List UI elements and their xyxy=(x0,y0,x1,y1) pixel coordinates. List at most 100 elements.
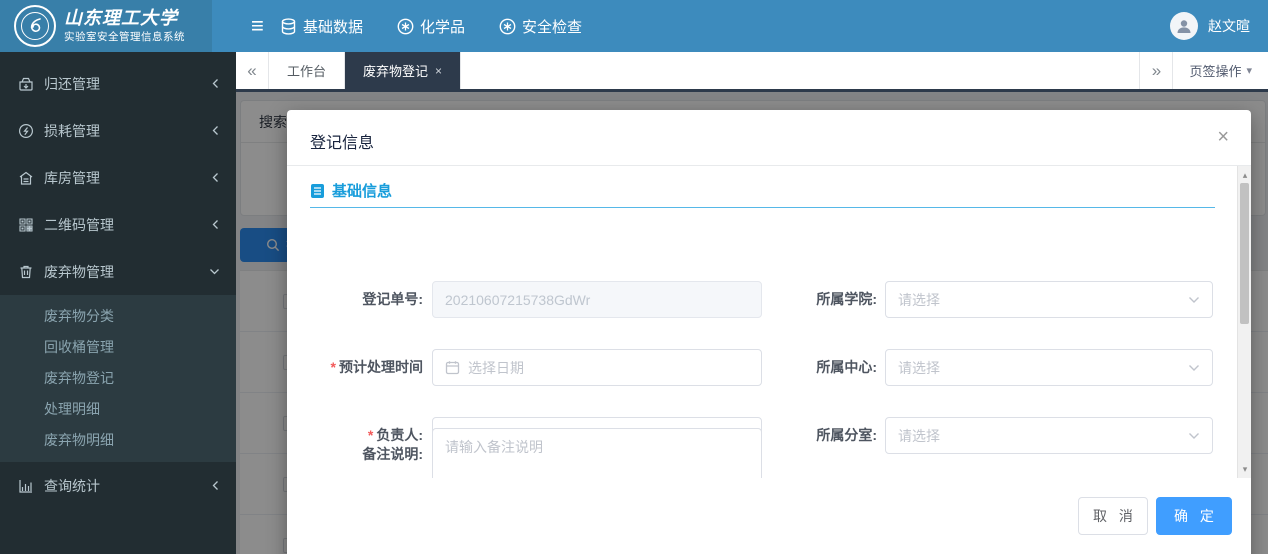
field-label-room: 所属分室: xyxy=(816,427,877,443)
sidebar-item-waste-mgmt[interactable]: 废弃物管理 xyxy=(0,248,236,295)
top-menu-safety-check[interactable]: 安全检查 xyxy=(499,16,582,37)
chevron-left-icon xyxy=(211,172,220,183)
page-tabbar: « 工作台 废弃物登记 × » 页签操作 ▾ xyxy=(236,52,1268,92)
tab-workbench[interactable]: 工作台 xyxy=(269,52,346,89)
sidebar-item-recycle-bin-mgmt[interactable]: 回收桶管理 xyxy=(0,332,236,363)
section-title-label: 基础信息 xyxy=(332,183,393,200)
app-window: 山东理工大学 实验室安全管理信息系统 ≡ 基础数据 化学品 安全检查 赵文暄 归… xyxy=(0,0,1268,554)
date-placeholder: 选择日期 xyxy=(468,359,524,376)
qrcode-icon xyxy=(18,217,34,233)
close-icon[interactable]: × xyxy=(1217,127,1229,147)
tab-waste-register[interactable]: 废弃物登记 × xyxy=(345,52,462,89)
center-select[interactable]: 请选择 xyxy=(885,349,1213,386)
field-label-center: 所属中心: xyxy=(816,359,877,375)
top-menu-chemicals[interactable]: 化学品 xyxy=(397,16,465,37)
database-icon xyxy=(280,17,297,35)
section-divider xyxy=(310,207,1215,208)
sidebar-item-qrcode-mgmt[interactable]: 二维码管理 xyxy=(0,201,236,248)
user-menu[interactable]: 赵文暄 xyxy=(1170,0,1250,52)
tab-operations-dropdown[interactable]: 页签操作 ▾ xyxy=(1172,52,1268,89)
double-chevron-left-icon: « xyxy=(247,60,257,80)
top-header: 山东理工大学 实验室安全管理信息系统 ≡ 基础数据 化学品 安全检查 赵文暄 xyxy=(0,0,1268,52)
user-avatar-icon xyxy=(1170,12,1198,40)
top-menu-basic-data[interactable]: 基础数据 xyxy=(280,16,363,37)
document-icon xyxy=(310,183,325,199)
chevron-left-icon xyxy=(211,78,220,89)
scroll-up-icon[interactable]: ▴ xyxy=(1238,168,1252,182)
sidebar-item-label: 库房管理 xyxy=(44,169,100,186)
field-label-remark: 备注说明: xyxy=(362,446,423,462)
warehouse-icon xyxy=(18,170,34,186)
chevron-left-icon xyxy=(211,125,220,136)
logo-block: 山东理工大学 实验室安全管理信息系统 xyxy=(0,0,212,52)
college-select[interactable]: 请选择 xyxy=(885,281,1213,318)
field-label-process-time: * 预计处理时间 xyxy=(330,359,423,375)
remark-textarea[interactable] xyxy=(432,428,762,478)
loss-icon xyxy=(18,123,34,139)
return-icon xyxy=(18,76,34,92)
sidebar-item-return-mgmt[interactable]: 归还管理 xyxy=(0,60,236,107)
sidebar-item-waste-detail[interactable]: 废弃物明细 xyxy=(0,425,236,456)
chevron-down-icon xyxy=(1188,296,1200,304)
field-label-order-no: 登记单号: xyxy=(362,291,423,307)
app-logo-subtitle: 实验室安全管理信息系统 xyxy=(64,30,185,43)
chevron-left-icon xyxy=(211,219,220,230)
tabbar-spacer xyxy=(461,52,1139,89)
order-no-input[interactable]: 20210607215738GdWr xyxy=(432,281,762,318)
top-menu-label: 安全检查 xyxy=(522,18,583,36)
caret-down-icon: ▾ xyxy=(1246,65,1252,77)
sidebar-nav: 归还管理 损耗管理 库房管理 二维码管理 废弃物管理 废弃物分类 回收桶管理 废… xyxy=(0,52,236,554)
university-seal-icon xyxy=(14,5,56,47)
tab-label: 废弃物登记 xyxy=(363,64,429,79)
sidebar-item-warehouse-mgmt[interactable]: 库房管理 xyxy=(0,154,236,201)
user-name: 赵文暄 xyxy=(1208,18,1250,34)
tab-ops-label: 页签操作 xyxy=(1189,64,1242,79)
calendar-icon xyxy=(445,360,460,375)
sidebar-item-label: 归还管理 xyxy=(44,75,100,92)
scroll-down-icon[interactable]: ▾ xyxy=(1238,462,1252,476)
sidebar-item-process-detail[interactable]: 处理明细 xyxy=(0,394,236,425)
select-placeholder: 请选择 xyxy=(898,359,940,376)
confirm-button[interactable]: 确 定 xyxy=(1156,497,1232,535)
hamburger-icon: ≡ xyxy=(251,13,264,38)
sidebar-waste-submenu: 废弃物分类 回收桶管理 废弃物登记 处理明细 废弃物明细 xyxy=(0,295,236,462)
top-menu-label: 化学品 xyxy=(420,18,466,36)
field-label-college: 所属学院: xyxy=(816,291,877,307)
chevron-down-icon xyxy=(209,267,220,276)
top-menu: 基础数据 化学品 安全检查 xyxy=(280,0,582,52)
chart-icon xyxy=(18,478,34,494)
process-time-date-input[interactable]: 选择日期 xyxy=(432,349,762,386)
sidebar-item-query-stats[interactable]: 查询统计 xyxy=(0,462,236,509)
cancel-button[interactable]: 取 消 xyxy=(1078,497,1148,535)
order-no-value: 20210607215738GdWr xyxy=(445,291,591,308)
chevron-left-icon xyxy=(211,480,220,491)
room-select[interactable]: 请选择 xyxy=(885,417,1213,454)
select-placeholder: 请选择 xyxy=(898,291,940,308)
app-logo-title: 山东理工大学 xyxy=(64,7,178,29)
tabs-scroll-left-button[interactable]: « xyxy=(236,52,269,89)
register-info-dialog: 登记信息 × 基础信息 登记单号: 20210607215738GdWr 所属学… xyxy=(287,110,1251,554)
circle-star-icon xyxy=(499,18,516,35)
sidebar-item-waste-register[interactable]: 废弃物登记 xyxy=(0,363,236,394)
section-basic-info: 基础信息 xyxy=(310,180,392,201)
select-placeholder: 请选择 xyxy=(898,427,940,444)
chevron-down-icon xyxy=(1188,432,1200,440)
top-menu-label: 基础数据 xyxy=(303,18,364,36)
dialog-scrollbar[interactable]: ▴ ▾ xyxy=(1237,166,1251,478)
sidebar-item-waste-category[interactable]: 废弃物分类 xyxy=(0,301,236,332)
sidebar-toggle-button[interactable]: ≡ xyxy=(243,0,272,52)
dialog-footer: 取 消 确 定 xyxy=(287,478,1251,548)
dialog-header: 登记信息 × xyxy=(287,110,1251,166)
required-mark: * xyxy=(330,359,336,375)
tabs-scroll-right-button[interactable]: » xyxy=(1139,52,1172,89)
sidebar-item-label: 废弃物管理 xyxy=(44,263,114,280)
circle-star-icon xyxy=(397,18,414,35)
dialog-body: 基础信息 登记单号: 20210607215738GdWr 所属学院: 请选择 … xyxy=(287,166,1251,478)
tab-close-icon[interactable]: × xyxy=(435,64,442,78)
tab-label: 工作台 xyxy=(287,64,327,79)
chevron-down-icon xyxy=(1188,364,1200,372)
sidebar-item-label: 损耗管理 xyxy=(44,122,100,139)
double-chevron-right-icon: » xyxy=(1151,60,1162,80)
sidebar-item-loss-mgmt[interactable]: 损耗管理 xyxy=(0,107,236,154)
scrollbar-thumb[interactable] xyxy=(1240,183,1249,324)
